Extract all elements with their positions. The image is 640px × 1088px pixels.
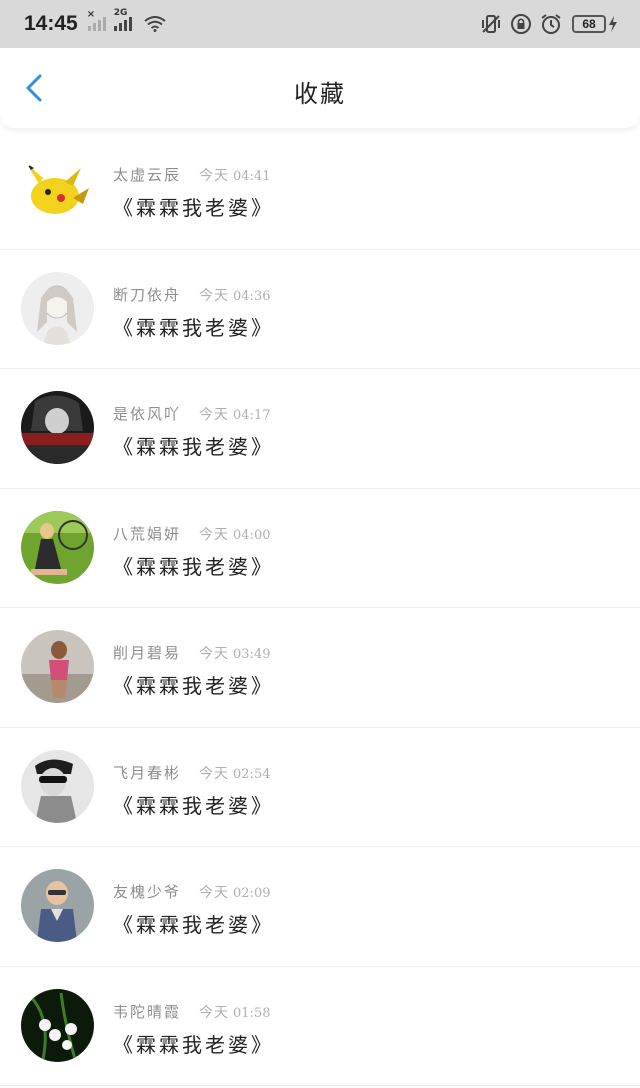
- date-label: 今天: [199, 646, 230, 662]
- user-name: 韦陀晴霞: [113, 1002, 182, 1021]
- favorite-item[interactable]: 是依风吖 今天 04:17 《霖霖我老婆》: [0, 369, 640, 489]
- sunglasses-avatar[interactable]: [21, 749, 94, 823]
- book-title: 《霖霖我老婆》: [113, 435, 274, 459]
- user-name: 断刀依舟: [113, 285, 182, 304]
- book-title: 《霖霖我老婆》: [113, 554, 274, 579]
- sketch-girl-avatar[interactable]: [21, 271, 94, 345]
- network-type-label: 2G: [113, 8, 128, 18]
- clock: 14:45: [24, 12, 78, 35]
- page-title: 收藏: [294, 80, 346, 108]
- book-title: 《霖霖我老婆》: [113, 315, 274, 340]
- user-name: 飞月春彬: [113, 763, 182, 782]
- favorite-item[interactable]: 飞月春彬 今天 02:54 《霖霖我老婆》: [0, 728, 640, 847]
- time-label: 02:54: [233, 766, 271, 782]
- user-name: 是依风吖: [113, 405, 182, 423]
- book-title: 《霖霖我老婆》: [113, 196, 274, 220]
- time-label: 02:09: [233, 886, 271, 901]
- user-name: 八荒娟妍: [113, 524, 182, 543]
- date-label: 今天: [199, 407, 230, 423]
- time-label: 04:00: [233, 527, 271, 543]
- child-avatar[interactable]: [21, 869, 94, 942]
- date-label: 今天: [199, 287, 230, 304]
- date-label: 今天: [199, 765, 230, 782]
- date-label: 今天: [199, 885, 230, 901]
- date-label: 今天: [199, 168, 230, 184]
- time-label: 04:36: [233, 288, 271, 304]
- favorite-item[interactable]: 断刀依舟 今天 04:36 《霖霖我老婆》: [0, 250, 640, 369]
- signal-2-icon: 2G: [113, 8, 134, 31]
- book-title: 《霖霖我老婆》: [113, 1032, 274, 1057]
- favorite-item[interactable]: 韦陀晴霞 今天 01:58 《霖霖我老婆》: [0, 967, 640, 1086]
- nav-header: 收藏: [0, 48, 640, 128]
- time-label: 01:58: [233, 1005, 271, 1021]
- pikachu-avatar[interactable]: [21, 152, 94, 225]
- book-title: 《霖霖我老婆》: [113, 913, 274, 937]
- user-name: 太虚云辰: [113, 166, 182, 184]
- user-name: 友槐少爷: [113, 883, 182, 901]
- signal-1-icon: ×: [87, 9, 108, 31]
- beach-girl-avatar[interactable]: [21, 630, 94, 703]
- time-label: 04:41: [233, 169, 271, 184]
- battery-level: 68: [582, 17, 596, 31]
- status-bar: 14:45 × 2G 68: [0, 0, 640, 48]
- time-label: 04:17: [233, 408, 271, 423]
- wifi-icon: [144, 16, 166, 32]
- date-label: 今天: [199, 1004, 230, 1021]
- dark-art-avatar[interactable]: [21, 391, 94, 464]
- favorite-item[interactable]: 八荒娟妍 今天 04:00 《霖霖我老婆》: [0, 489, 640, 608]
- bicycle-girl-avatar[interactable]: [21, 510, 94, 584]
- charging-icon: [609, 16, 617, 32]
- book-title: 《霖霖我老婆》: [113, 793, 274, 818]
- book-title: 《霖霖我老婆》: [113, 674, 274, 698]
- user-name: 削月碧易: [113, 644, 182, 662]
- favorite-item[interactable]: 太虚云辰 今天 04:41 《霖霖我老婆》: [0, 130, 640, 250]
- flower-avatar[interactable]: [21, 988, 94, 1062]
- favorites-list: 太虚云辰 今天 04:41 《霖霖我老婆》 断刀依舟 今天 04:36 《霖霖我…: [0, 130, 640, 1086]
- alarm-icon: [541, 14, 561, 34]
- date-label: 今天: [199, 526, 230, 543]
- favorite-item[interactable]: 友槐少爷 今天 02:09 《霖霖我老婆》: [0, 847, 640, 967]
- vibrate-icon: [482, 15, 500, 33]
- battery-indicator: 68: [572, 15, 606, 33]
- lock-rotation-icon: [511, 14, 531, 34]
- time-label: 03:49: [233, 647, 271, 662]
- favorite-item[interactable]: 削月碧易 今天 03:49 《霖霖我老婆》: [0, 608, 640, 728]
